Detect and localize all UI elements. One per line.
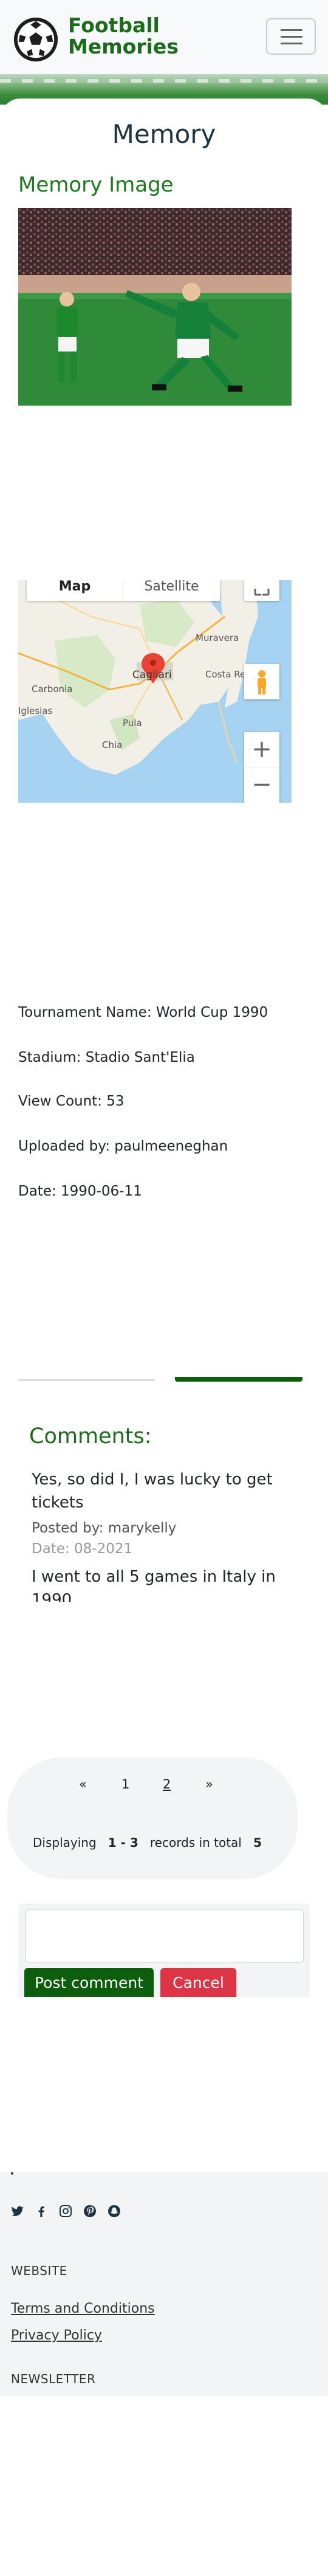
fullscreen-icon[interactable] bbox=[244, 580, 279, 601]
map-label-pula: Pula bbox=[123, 718, 142, 729]
comment-text: I went to all 5 games in Italy in 1990 bbox=[32, 1568, 276, 1602]
pegman-icon[interactable] bbox=[244, 664, 279, 699]
map-label-cagliari: Cagliari bbox=[132, 669, 172, 681]
map-tab-map[interactable]: Map bbox=[27, 580, 123, 601]
map-label-costa-rei: Costa Rei bbox=[205, 669, 248, 680]
records-summary: Displaying 1 - 3 records in total 5 bbox=[33, 1835, 262, 1850]
privacy-link[interactable]: Privacy Policy bbox=[11, 2328, 102, 2343]
pagination-panel: « 1 2 » Displaying 1 - 3 records in tota… bbox=[7, 1757, 298, 1879]
map-type-control: Map Satellite bbox=[27, 580, 220, 601]
social-links bbox=[10, 2204, 121, 2218]
menu-toggle-button[interactable] bbox=[266, 18, 316, 55]
snapchat-icon[interactable] bbox=[107, 2204, 121, 2218]
terms-link[interactable]: Terms and Conditions bbox=[11, 2301, 155, 2316]
pagination-page-2[interactable]: 2 bbox=[163, 1777, 171, 1792]
pagination-prev[interactable]: « bbox=[79, 1777, 87, 1792]
pinterest-icon[interactable] bbox=[83, 2204, 97, 2218]
comment-date: Date: 08-2021 bbox=[32, 1541, 133, 1557]
zoom-control: + − bbox=[244, 732, 279, 803]
footer-heading-newsletter: NEWSLETTER bbox=[11, 2372, 96, 2386]
map-tab-satellite[interactable]: Satellite bbox=[123, 580, 220, 601]
map-label-iglesias: Iglesias bbox=[18, 705, 53, 716]
comment-textarea[interactable] bbox=[26, 1909, 304, 1963]
uploaded-by: Uploaded by: paulmeeneghan bbox=[18, 1138, 228, 1154]
tournament-name: Tournament Name: World Cup 1990 bbox=[18, 1005, 268, 1020]
footer-dot bbox=[11, 2172, 13, 2175]
footer-heading-website: WEBSITE bbox=[11, 2263, 67, 2278]
hamburger-icon bbox=[281, 29, 302, 31]
stadium-name: Stadium: Stadio Sant'Elia bbox=[18, 1050, 195, 1065]
post-comment-button[interactable]: Post comment bbox=[24, 1968, 154, 1997]
location-map[interactable]: Muravera Carbonia Cagliari Costa Rei Pul… bbox=[18, 580, 292, 803]
view-count: View Count: 53 bbox=[18, 1093, 125, 1109]
map-label-carbonia: Carbonia bbox=[32, 684, 73, 694]
memory-photo bbox=[18, 208, 292, 406]
zoom-in-icon[interactable]: + bbox=[244, 732, 279, 767]
instagram-icon[interactable] bbox=[58, 2204, 73, 2218]
memory-date: Date: 1990-06-11 bbox=[18, 1183, 142, 1199]
comments-heading: Comments: bbox=[29, 1424, 152, 1449]
pagination-page-1[interactable]: 1 bbox=[121, 1777, 129, 1792]
pagination-next[interactable]: » bbox=[205, 1777, 213, 1792]
comment-form: Post comment Cancel bbox=[18, 1903, 310, 1997]
comment-author: Posted by: marykelly bbox=[32, 1520, 177, 1536]
cancel-button[interactable]: Cancel bbox=[160, 1968, 236, 1997]
page-title: Memory bbox=[112, 119, 216, 149]
brand-name[interactable]: Football Memories bbox=[68, 15, 250, 57]
comment-text: Yes, so did I, I was lucky to get ticket… bbox=[32, 1470, 273, 1512]
map-label-muravera: Muravera bbox=[196, 632, 239, 643]
map-label-chia: Chia bbox=[102, 739, 123, 750]
twitter-icon[interactable] bbox=[10, 2204, 24, 2218]
zoom-out-icon[interactable]: − bbox=[244, 767, 279, 803]
comment-list-item: I went to all 5 games in Italy in 1990 bbox=[32, 1565, 299, 1602]
divider bbox=[18, 1379, 155, 1381]
facebook-icon[interactable] bbox=[34, 2204, 49, 2218]
memory-image-heading: Memory Image bbox=[18, 173, 174, 197]
comment-button-fragment[interactable] bbox=[175, 1377, 302, 1382]
footer: WEBSITE Terms and Conditions Privacy Pol… bbox=[0, 2172, 328, 2395]
football-logo-icon[interactable] bbox=[12, 16, 60, 63]
navbar: Football Memories bbox=[0, 0, 328, 74]
